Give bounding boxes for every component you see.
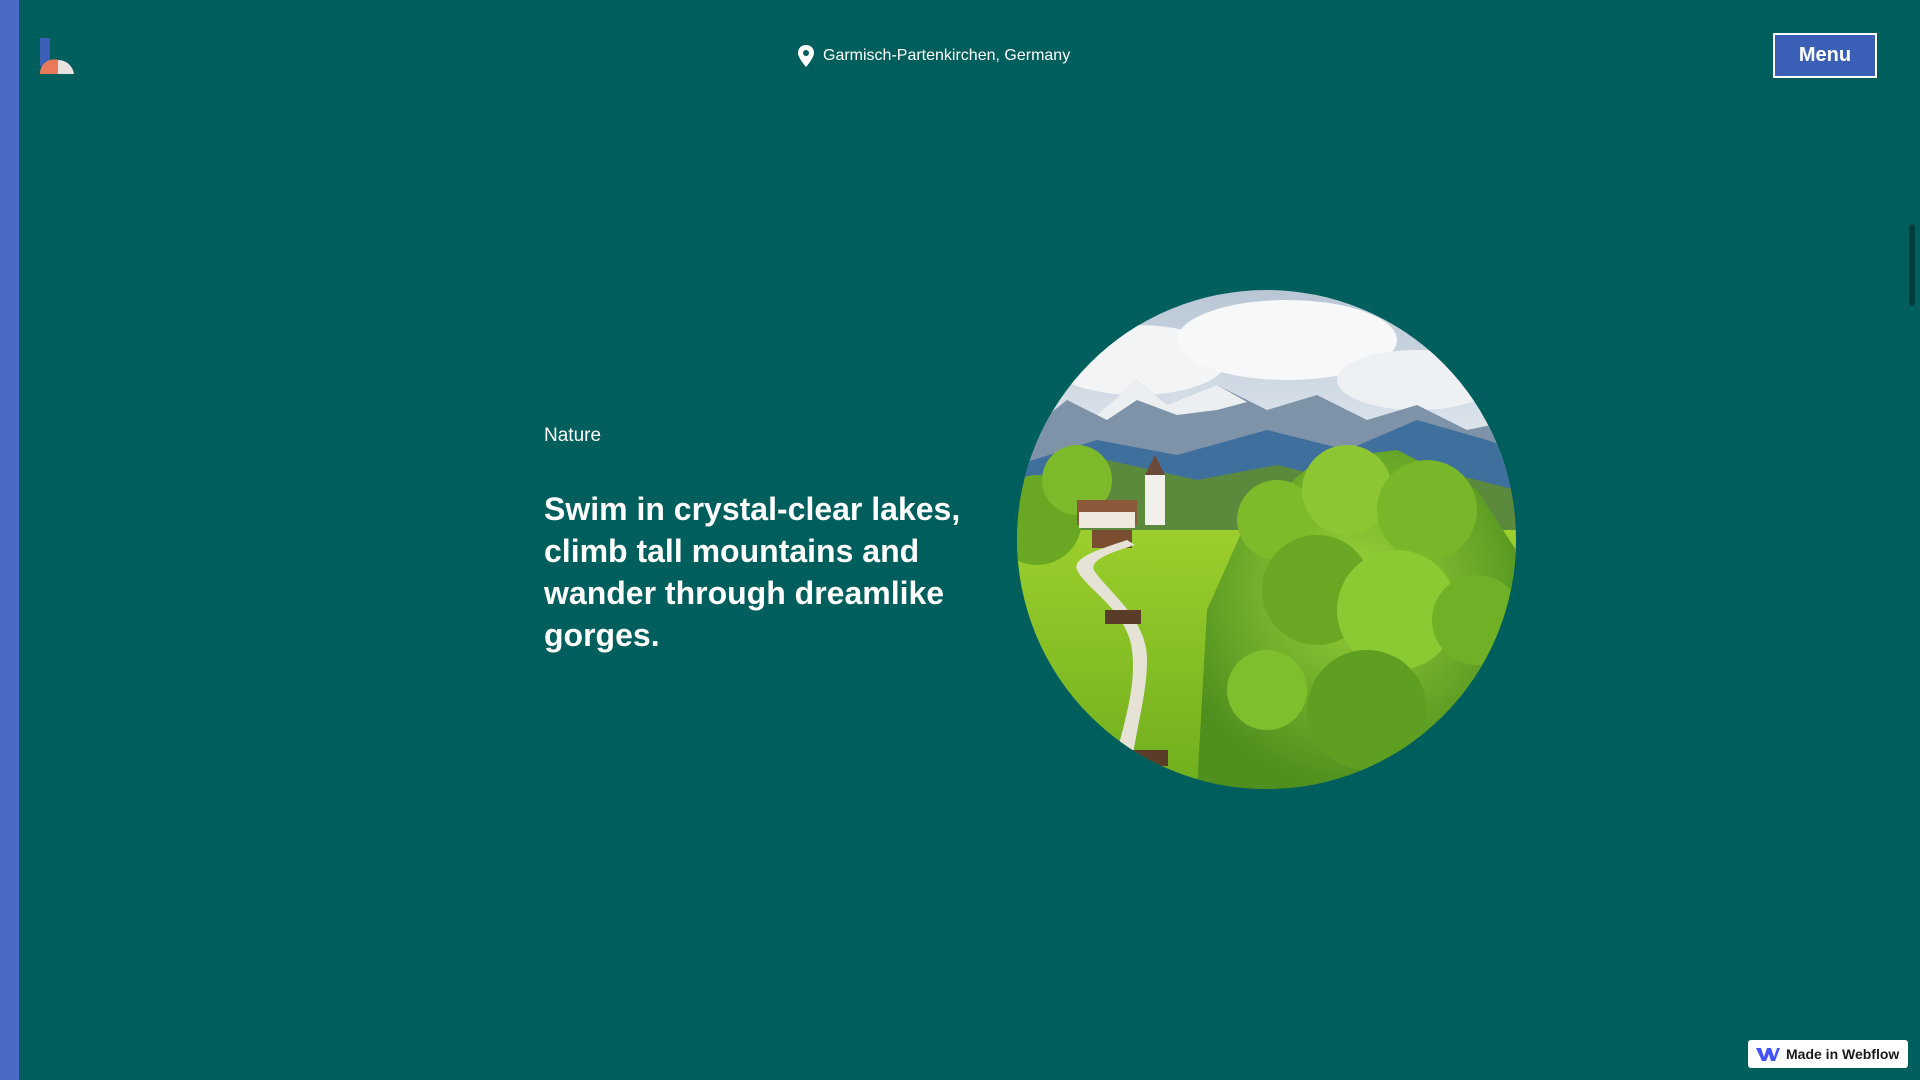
map-pin-icon <box>797 45 815 67</box>
section-eyebrow: Nature <box>544 425 602 446</box>
page: Garmisch-Partenkirchen, Germany Menu Nat… <box>0 0 1920 1080</box>
hero-headline: Swim in crystal-clear lakes, climb tall … <box>544 491 961 653</box>
badge-label: Made in Webflow <box>1786 1046 1900 1062</box>
brand-logo-icon[interactable] <box>38 38 76 74</box>
hero-landscape-image <box>1017 290 1516 789</box>
webflow-icon <box>1756 1046 1780 1062</box>
side-strip <box>0 0 19 1080</box>
location-label: Garmisch-Partenkirchen, Germany <box>797 45 1070 67</box>
scrollbar[interactable] <box>1909 224 1915 306</box>
made-in-webflow-badge[interactable]: Made in Webflow <box>1748 1040 1908 1068</box>
location-text: Garmisch-Partenkirchen, Germany <box>823 47 1071 64</box>
menu-button[interactable]: Menu <box>1773 33 1877 78</box>
